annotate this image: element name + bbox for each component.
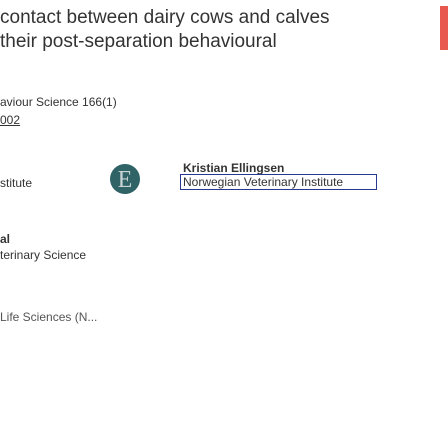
article-title: contact between dairy cows and calves th… [0, 6, 440, 54]
article-title-line-1: contact between dairy cows and calves [0, 7, 330, 28]
svg-text:E: E [118, 167, 133, 193]
article-page: contact between dairy cows and calves th… [0, 0, 448, 448]
author-institution-link[interactable]: Norwegian Veterinary Institute [180, 174, 377, 190]
author-name[interactable]: Kristian Ellingsen [183, 161, 284, 175]
journal-citation: aviour Science 166(1) [0, 95, 117, 109]
avatar-letter-icon: E [118, 167, 133, 193]
accent-strip [440, 6, 448, 50]
author-avatar[interactable]: E [110, 164, 140, 194]
author-institution-left-3: Life Sciences (N... [0, 310, 98, 324]
author-institution-left: stitute [0, 176, 33, 190]
author-name-left[interactable]: al [0, 232, 10, 246]
author-institution-left-2: terinary Science [0, 248, 87, 262]
article-title-line-2: their post-separation behavioural [0, 31, 277, 52]
journal-citation-block: aviour Science 166(1) 002 [0, 93, 117, 129]
publication-date-link[interactable]: 002 [0, 111, 117, 129]
